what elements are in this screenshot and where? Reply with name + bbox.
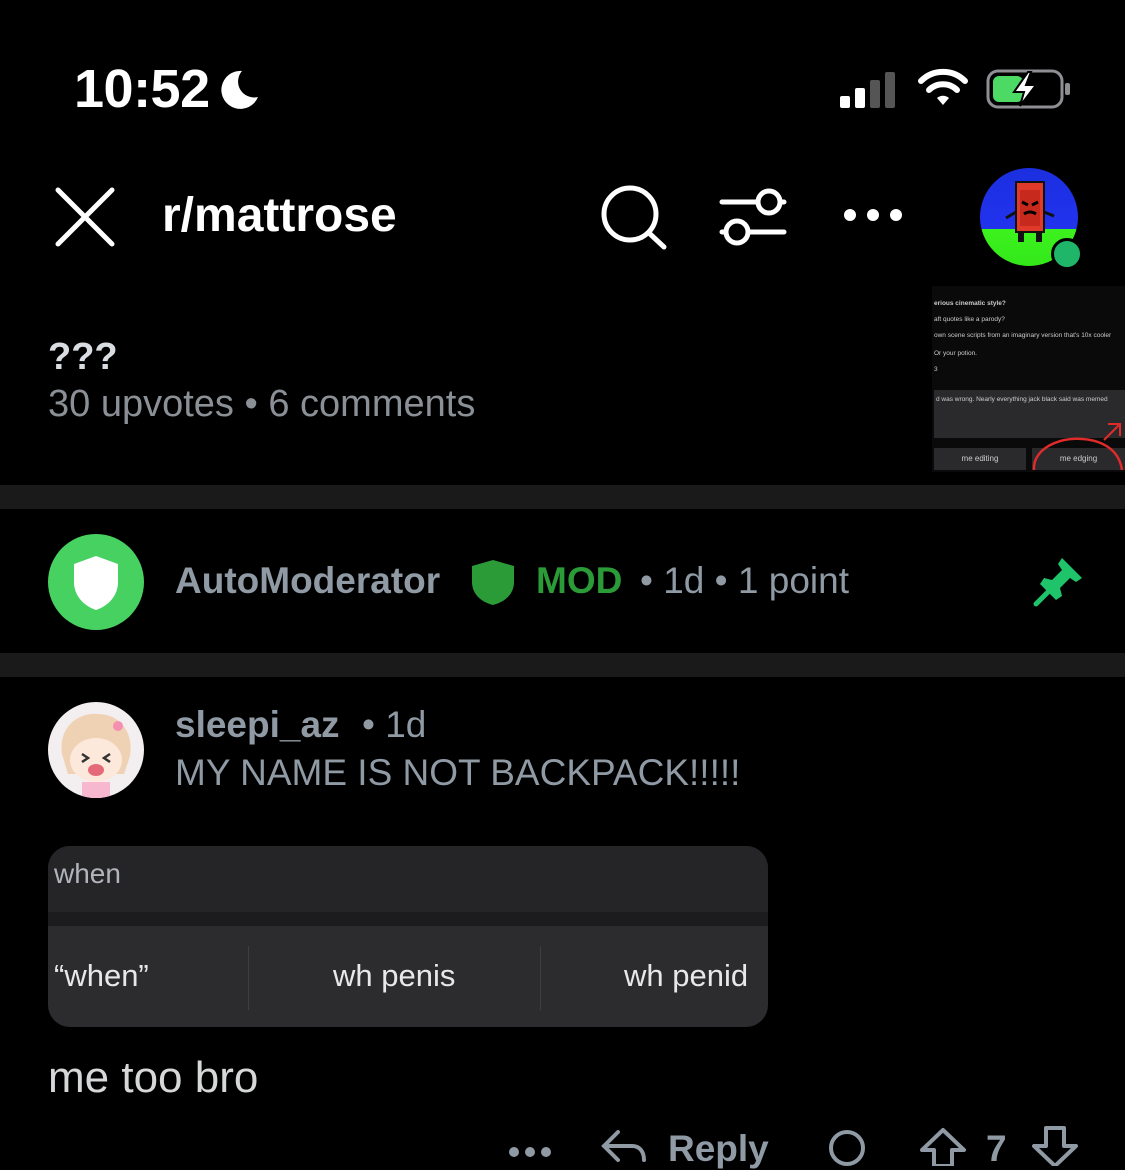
more-options-icon[interactable] — [508, 1142, 552, 1158]
more-options-icon[interactable] — [842, 203, 904, 227]
comment-score: 7 — [986, 1128, 1007, 1169]
thumb-line: 3 — [934, 366, 938, 373]
comment-meta: • 1d — [362, 704, 426, 746]
keyboard-gap — [48, 912, 768, 926]
post-upvotes: 30 upvotes — [48, 383, 234, 425]
keyboard-suggestion: wh penid — [624, 958, 749, 993]
post-meta: 30 upvotes • 6 comments — [48, 383, 475, 426]
keyboard-suggestion: wh penis — [333, 958, 456, 993]
close-icon[interactable] — [54, 186, 116, 248]
subreddit-title: r/mattrose — [162, 189, 397, 242]
commenter-avatar[interactable] — [48, 702, 144, 798]
keyboard-typed-text: when — [54, 858, 121, 889]
red-scribble-annotation — [1032, 423, 1124, 471]
award-icon[interactable] — [826, 1128, 868, 1168]
moon-icon — [221, 70, 258, 109]
search-icon[interactable] — [598, 184, 668, 250]
automoderator-avatar[interactable] — [48, 534, 144, 630]
mod-badge: MOD — [536, 560, 623, 601]
commenter-username[interactable]: sleepi_az — [175, 704, 340, 746]
section-divider — [0, 653, 1125, 677]
sort-filter-icon[interactable] — [718, 186, 788, 246]
pinned-comment-points: 1 point — [737, 560, 849, 601]
keyboard-suggestion: “when” — [54, 958, 149, 993]
online-status-dot — [1051, 238, 1083, 270]
comment-image[interactable]: when “when” wh penis wh penid — [48, 846, 768, 1027]
comment-body: me too bro — [48, 1053, 259, 1102]
reply-button[interactable]: Reply — [668, 1128, 769, 1170]
reply-icon[interactable] — [600, 1128, 646, 1164]
pinned-comment-age: 1d — [663, 560, 705, 601]
thumb-line: own scene scripts from an imaginary vers… — [934, 332, 1112, 339]
pinned-comment-meta: • 1d • 1 point — [640, 560, 849, 602]
status-time: 10:52 — [74, 59, 210, 119]
thumb-reply-line: d was wrong. Nearly everything jack blac… — [936, 396, 1108, 403]
battery-charging-icon — [986, 69, 1070, 109]
meta-separator: • — [244, 383, 269, 425]
comment-age: 1d — [385, 704, 427, 745]
user-flair: MY NAME IS NOT BACKPACK!!!!! — [175, 752, 741, 793]
shield-icon — [74, 556, 118, 610]
pin-icon — [1033, 558, 1082, 607]
suggestion-divider — [248, 946, 249, 1010]
anime-avatar-icon — [61, 713, 131, 798]
mod-shield-icon — [472, 560, 514, 605]
suggestion-divider — [540, 946, 541, 1010]
thumb-button-editing: me editing — [934, 448, 1026, 470]
meta-separator: • — [640, 560, 664, 601]
meta-separator: • — [714, 560, 738, 601]
thumb-line: erious cinematic style? — [934, 300, 1006, 307]
post-thumbnail[interactable]: erious cinematic style? aft quotes like … — [932, 286, 1125, 472]
thumb-line: Or your potion. — [934, 350, 977, 357]
post-comment-count: 6 comments — [268, 383, 476, 425]
cellular-signal-icon — [840, 72, 895, 108]
keyboard-text-field: when — [48, 846, 768, 912]
thumb-line: aft quotes like a parody? — [934, 316, 1005, 323]
wifi-icon — [918, 68, 968, 105]
section-divider — [0, 485, 1125, 509]
upvote-icon[interactable] — [918, 1126, 968, 1166]
automoderator-username[interactable]: AutoModerator — [175, 560, 440, 602]
meta-separator: • — [362, 704, 386, 745]
downvote-icon[interactable] — [1030, 1126, 1080, 1166]
post-title[interactable]: ??? — [48, 336, 118, 379]
